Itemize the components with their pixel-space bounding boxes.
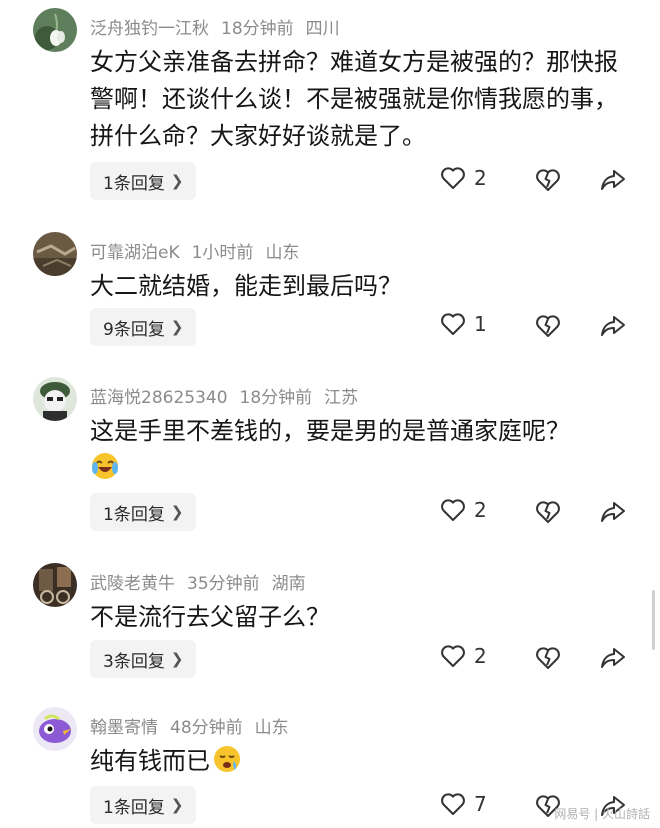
share-icon: [601, 648, 625, 668]
comment-meta: 蓝海悦28625340 18分钟前 江苏: [90, 383, 370, 408]
broken-heart-icon: [536, 501, 560, 523]
like-button[interactable]: 1: [440, 312, 487, 336]
comment-body: 这是手里不差钱的，要是男的是普通家庭呢？: [90, 413, 638, 487]
comment-text: 这是手里不差钱的，要是男的是普通家庭呢？: [90, 417, 570, 445]
location: 江苏: [324, 388, 359, 408]
avatar[interactable]: [33, 377, 77, 421]
comment-meta: 翰墨寄情 48分钟前 山东: [90, 713, 301, 738]
broken-heart-icon: [536, 315, 560, 337]
username[interactable]: 泛舟独钓一江秋: [90, 19, 209, 39]
comment-meta: 可靠湖泊eK 1小时前 山东: [90, 238, 311, 263]
share-icon: [601, 502, 625, 522]
share-button[interactable]: [600, 168, 626, 196]
avatar[interactable]: [33, 707, 77, 751]
like-count: 2: [474, 166, 487, 190]
location: 湖南: [271, 574, 306, 594]
comment-text: 纯有钱而已: [90, 747, 210, 775]
like-button[interactable]: 7: [440, 792, 487, 816]
watermark: 网易号 | 火山詩話: [554, 807, 650, 821]
like-button[interactable]: 2: [440, 644, 487, 668]
broken-heart-icon: [536, 647, 560, 669]
heart-icon: [441, 499, 465, 521]
dislike-button[interactable]: [535, 500, 561, 528]
comment-list: 泛舟独钓一江秋 18分钟前 四川 女方父亲准备去拼命？难道女方是被强的？那快报警啊！…: [0, 0, 660, 828]
share-icon: [601, 170, 625, 190]
timestamp: 35分钟前: [187, 574, 260, 594]
avatar[interactable]: [33, 8, 77, 52]
laughing-crying-emoji-icon: [92, 453, 118, 479]
like-button[interactable]: 2: [440, 166, 487, 190]
share-button[interactable]: [600, 500, 626, 528]
timestamp: 18分钟前: [221, 19, 294, 39]
heart-icon: [441, 313, 465, 335]
heart-icon: [441, 645, 465, 667]
scrollbar[interactable]: [652, 590, 655, 650]
sleepy-face-emoji-icon: [214, 746, 240, 772]
like-count: 7: [474, 792, 487, 816]
username[interactable]: 武陵老黄牛: [90, 574, 175, 594]
avatar[interactable]: [33, 232, 77, 276]
comment-meta: 泛舟独钓一江秋 18分钟前 四川: [90, 14, 352, 39]
like-count: 1: [474, 312, 487, 336]
heart-icon: [441, 167, 465, 189]
broken-heart-icon: [536, 169, 560, 191]
username[interactable]: 蓝海悦28625340: [90, 388, 228, 408]
share-button[interactable]: [600, 646, 626, 674]
heart-icon: [441, 793, 465, 815]
username[interactable]: 可靠湖泊eK: [90, 243, 180, 263]
dislike-button[interactable]: [535, 168, 561, 196]
dislike-button[interactable]: [535, 314, 561, 342]
comment-text: 不是流行去父留子么？: [90, 603, 330, 631]
share-icon: [601, 316, 625, 336]
comment-text: 女方父亲准备去拼命？难道女方是被强的？那快报警啊！还谈什么谈！不是被强就是你情我…: [90, 48, 618, 150]
dislike-button[interactable]: [535, 646, 561, 674]
like-count: 2: [474, 644, 487, 668]
location: 山东: [254, 718, 289, 738]
like-button[interactable]: 2: [440, 498, 487, 522]
comment-meta: 武陵老黄牛 35分钟前 湖南: [90, 569, 318, 594]
timestamp: 18分钟前: [239, 388, 313, 408]
like-count: 2: [474, 498, 487, 522]
username[interactable]: 翰墨寄情: [90, 718, 158, 738]
comment-body: 纯有钱而已: [90, 743, 638, 780]
timestamp: 48分钟前: [170, 718, 243, 738]
location: 山东: [265, 243, 300, 263]
comment-text: 大二就结婚，能走到最后吗？: [90, 272, 402, 300]
timestamp: 1小时前: [191, 243, 254, 263]
avatar[interactable]: [33, 563, 77, 607]
location: 四川: [305, 19, 340, 39]
share-button[interactable]: [600, 314, 626, 342]
